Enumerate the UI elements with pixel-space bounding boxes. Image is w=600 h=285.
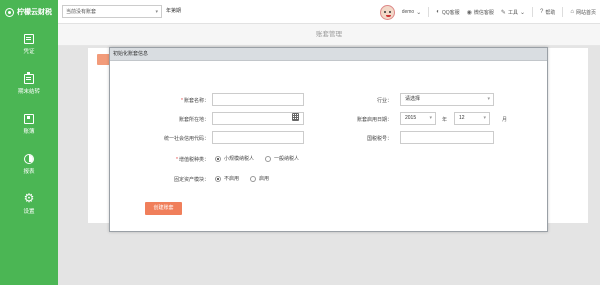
building-icon[interactable] [292,113,299,121]
industry-label: 行业： [376,98,392,104]
sidebar-item-ledger[interactable]: 账簿 [0,104,58,144]
credit-code-input[interactable] [212,131,304,144]
month-unit: 月 [502,117,508,123]
qq-icon: ◐ [436,9,440,15]
month-select[interactable]: 12 ▾ [454,112,490,125]
chevron-down-icon: ⌄ [519,9,525,16]
vat-type-label: *增值税种类： [176,156,209,163]
tools-label: 工具 [507,9,518,16]
page-title: 账套管理 [58,24,600,46]
radio-checked-icon [215,155,221,162]
dialog-title: 初始化账套信息 [110,48,547,61]
month-select-value: 12 [459,115,465,121]
qq-service-label: QQ客服 [441,9,460,16]
wechat-icon: ◉ [466,9,472,16]
help-link[interactable]: ? 帮助 [540,9,555,16]
sidebar-item-label: 凭证 [23,48,35,55]
sidebar-item-label: 期末结转 [17,88,40,95]
divider [532,7,533,17]
sidebar: 凭证 期末结转 账簿 报表 ⚙ 设置 [0,24,58,285]
home-label: 网站首页 [575,9,596,16]
create-account-button[interactable]: 创建账套 [145,202,182,215]
sidebar-item-reports[interactable]: 报表 [0,144,58,184]
sidebar-item-label: 报表 [23,168,35,175]
chevron-down-icon: ▾ [487,96,490,102]
sidebar-item-label: 设置 [23,209,35,215]
asset-disabled-radio[interactable]: 不启用 [215,175,239,182]
help-label: 帮助 [545,9,556,16]
sidebar-item-label: 账簿 [23,128,35,135]
account-name-label: *账套名称： [181,97,209,104]
industry-select-value: 请选择 [405,96,421,102]
radio-label: 一般纳税人 [274,156,300,162]
chevron-down-icon: ▾ [483,115,486,121]
wechat-service-label: 微信客服 [473,9,494,16]
start-date-label: 账套启用日期： [356,117,392,123]
home-link[interactable]: ⌂ 网站首页 [570,9,596,16]
lemon-logo-icon [5,7,14,17]
account-name-input[interactable] [212,93,304,106]
account-name-label-text: 账套名称： [183,98,209,104]
voucher-icon [24,33,34,44]
radio-unchecked-icon [265,155,271,162]
divider [562,7,564,17]
radio-checked-icon [215,175,221,182]
user-menu[interactable]: demo ⌄ [402,9,422,16]
account-select[interactable]: 当前没有账套 ▾ [62,5,162,18]
required-mark: * [181,98,183,104]
asset-enabled-radio[interactable]: 启用 [250,175,269,182]
radio-unchecked-icon [250,175,256,182]
username: demo [401,9,415,15]
radio-label: 小规模纳税人 [224,156,255,162]
account-select-value: 当前没有账套 [66,9,97,15]
book-icon [24,113,34,124]
help-icon: ? [540,9,544,15]
location-label: 账套所在地： [178,117,209,123]
year-unit: 年 [442,117,448,123]
sidebar-item-voucher[interactable]: 凭证 [0,24,58,64]
vat-general-radio[interactable]: 一般纳税人 [265,155,299,162]
sidebar-item-settings[interactable]: ⚙ 设置 [0,184,58,224]
fixed-asset-label: 固定资产模块： [173,177,209,183]
credit-code-label: 统一社会信用代码： [163,136,209,142]
wrench-icon: ✎ [500,9,506,16]
period-label: 年第期 [166,8,182,14]
location-input[interactable] [212,112,304,125]
avatar[interactable] [379,4,395,20]
radio-label: 不启用 [224,176,240,182]
top-bar: 柠檬云财税 当前没有账套 ▾ 年第期 demo ⌄ ◐ QQ客服 ◉ 微信客服 ✎ 工具… [0,0,600,24]
clipboard-icon [24,71,34,84]
brand[interactable]: 柠檬云财税 [0,0,58,24]
chevron-down-icon: ⌄ [416,9,422,16]
gear-icon: ⚙ [23,191,35,205]
tax-id-label: 国税税号： [366,136,392,142]
radio-label: 启用 [259,176,270,182]
tools-menu[interactable]: ✎ 工具 ⌄ [501,9,525,16]
init-account-dialog: 初始化账套信息 *账套名称： 行业： 请选择 ▾ 账套所在地： 账套启用日期： … [109,47,548,232]
right-tools: demo ⌄ ◐ QQ客服 ◉ 微信客服 ✎ 工具 ⌄ ? 帮助 ⌂ 网站首页 [379,0,596,24]
year-select-value: 2015 [405,115,417,121]
sidebar-item-period-end[interactable]: 期末结转 [0,64,58,104]
home-icon: ⌂ [570,9,574,15]
tax-id-input[interactable] [400,131,494,144]
brand-name: 柠檬云财税 [17,9,52,16]
qq-service-link[interactable]: ◐ QQ客服 [436,9,459,16]
wechat-service-link[interactable]: ◉ 微信客服 [467,9,494,16]
divider [428,7,430,17]
vat-small-scale-radio[interactable]: 小规模纳税人 [215,155,254,162]
year-select[interactable]: 2015 ▾ [400,112,436,125]
pie-chart-icon [24,153,34,164]
chevron-down-icon: ▾ [429,115,432,121]
industry-select[interactable]: 请选择 ▾ [400,93,494,106]
vat-type-label-text: 增值税种类： [178,157,209,163]
required-mark: * [176,157,178,163]
chevron-down-icon: ▾ [155,9,158,15]
